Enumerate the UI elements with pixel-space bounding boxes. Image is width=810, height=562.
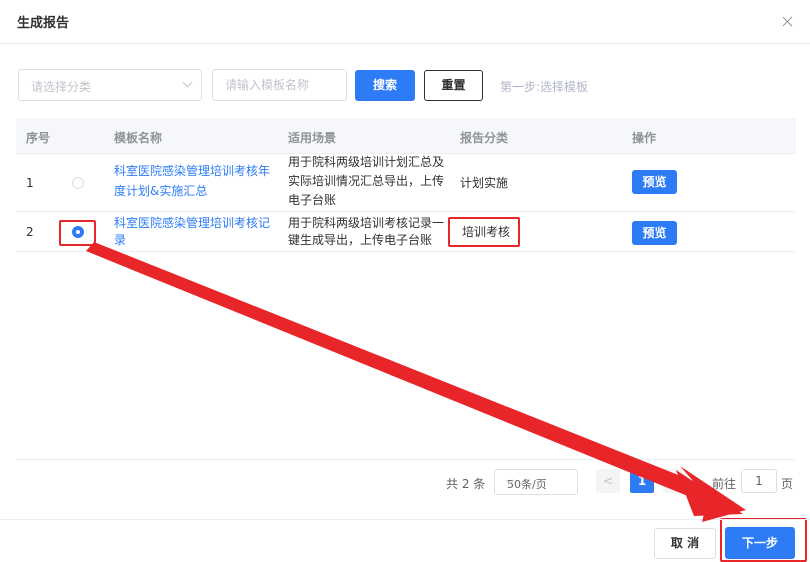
- pagination-total: 共 2 条: [446, 477, 486, 491]
- category-select[interactable]: 请选择分类: [18, 69, 202, 101]
- page-size-select[interactable]: 50条/页: [494, 469, 578, 495]
- column-header-index: 序号: [26, 131, 51, 145]
- close-icon[interactable]: [782, 15, 794, 27]
- dialog-header: 生成报告: [0, 0, 810, 44]
- row-index: 1: [26, 176, 34, 190]
- reset-button[interactable]: 重置: [424, 70, 483, 101]
- table-header: 序号 模板名称 适用场景 报告分类 操作: [16, 118, 796, 154]
- preview-button[interactable]: 预览: [632, 170, 677, 194]
- goto-page-input[interactable]: [741, 469, 777, 493]
- column-header-scene: 适用场景: [288, 131, 337, 145]
- category-select-placeholder: 请选择分类: [31, 80, 92, 94]
- column-header-name: 模板名称: [114, 131, 163, 145]
- next-step-button[interactable]: 下一步: [725, 527, 795, 559]
- step-hint: 第一步:选择模板: [500, 80, 589, 94]
- scene-text: 用于院科两级培训计划汇总及: [288, 155, 445, 169]
- template-name-link[interactable]: 科室医院感染管理培训考核记: [114, 215, 270, 232]
- table-row[interactable]: 2 科室医院感染管理培训考核记 录 用于院科两级培训考核记录一 键生成导出，上传…: [16, 212, 796, 252]
- search-button[interactable]: 搜索: [355, 70, 415, 101]
- goto-label: 前往: [712, 477, 737, 491]
- dialog-title: 生成报告: [17, 16, 70, 31]
- next-page-button[interactable]: [663, 469, 687, 493]
- generate-report-dialog: 生成报告 请选择分类 搜索 重置 第一步:选择模板 序号 模板名称 适用场景 报…: [0, 0, 810, 562]
- scene-text-cont: 实际培训情况汇总导出，上传: [288, 174, 445, 188]
- page-suffix-label: 页: [781, 477, 794, 491]
- column-header-action: 操作: [632, 131, 657, 145]
- preview-button[interactable]: 预览: [632, 221, 677, 245]
- template-name-link-cont[interactable]: 录: [114, 232, 126, 249]
- chevron-down-icon: [182, 77, 193, 88]
- row-index: 2: [26, 225, 34, 239]
- scene-text-cont: 电子台账: [288, 193, 337, 207]
- table-row[interactable]: 1 科室医院感染管理培训考核年 度计划&实施汇总 用于院科两级培训计划汇总及 实…: [16, 154, 796, 212]
- footer-divider: [0, 519, 810, 520]
- template-name-input[interactable]: [212, 69, 347, 101]
- page-number-current[interactable]: 1: [630, 469, 654, 493]
- scene-text: 用于院科两级培训考核记录一: [288, 216, 445, 230]
- annotation-box-category: [448, 217, 520, 247]
- template-name-link-cont[interactable]: 度计划&实施汇总: [114, 183, 207, 200]
- column-header-category: 报告分类: [460, 131, 509, 145]
- category-text: 计划实施: [460, 176, 509, 190]
- prev-page-button[interactable]: <: [596, 469, 620, 493]
- template-table: 序号 模板名称 适用场景 报告分类 操作 1 科室医院感染管理培训考核年 度计划…: [16, 118, 796, 460]
- annotation-box-radio: [59, 220, 96, 246]
- template-name-link[interactable]: 科室医院感染管理培训考核年: [114, 163, 270, 180]
- scene-text-cont: 键生成导出，上传电子台账: [288, 233, 433, 247]
- cancel-button[interactable]: 取 消: [654, 528, 716, 559]
- row-radio[interactable]: [72, 177, 84, 189]
